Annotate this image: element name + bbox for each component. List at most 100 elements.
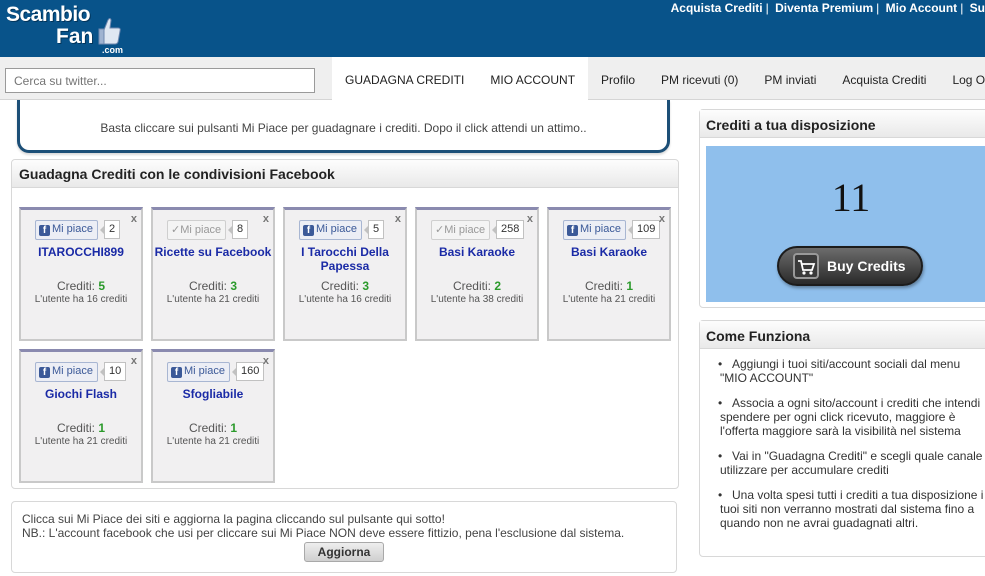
panel-title: Guadagna Crediti con le condivisioni Fac… xyxy=(12,160,678,188)
close-icon[interactable]: x xyxy=(659,213,665,225)
user-credits: L'utente ha 16 crediti xyxy=(34,294,128,305)
link-separator: | xyxy=(960,1,964,15)
credits-amount: 11 xyxy=(831,175,871,220)
card-credits: Crediti: 3 xyxy=(285,279,405,293)
facebook-icon: f xyxy=(303,225,314,236)
share-card: f Mi piace 160 x Sfogliabile Crediti: 1 L'uten… xyxy=(151,349,275,483)
list-item: Vai in "Guadagna Crediti" e scegli quale… xyxy=(718,449,985,477)
close-icon[interactable]: x xyxy=(263,213,269,225)
credits-label: Crediti: xyxy=(452,279,491,293)
close-icon[interactable]: x xyxy=(527,213,533,225)
card-title[interactable]: Sfogliabile xyxy=(153,387,273,401)
thumbs-up-icon xyxy=(98,18,121,45)
tab-logout[interactable]: Log Out xyxy=(939,57,985,100)
credits-label: Crediti: xyxy=(188,421,227,435)
card-title[interactable]: Giochi Flash xyxy=(21,387,141,401)
card-title[interactable]: I Tarocchi Della Papessa xyxy=(285,245,405,273)
credits-box: 11 Buy Credits xyxy=(706,146,985,302)
logo-line2: Fan xyxy=(56,25,94,48)
facebook-icon: f xyxy=(567,225,578,236)
close-icon[interactable]: x xyxy=(131,355,137,367)
tab-mio-account[interactable]: MIO ACCOUNT xyxy=(477,57,589,100)
like-label: Mi piace xyxy=(316,223,357,235)
search-input[interactable] xyxy=(5,68,315,93)
card-title[interactable]: Basi Karaoke xyxy=(549,245,669,259)
credits-label: Crediti: xyxy=(320,279,359,293)
like-button[interactable]: f Mi piace xyxy=(167,362,230,382)
user-credits: L'utente ha 21 crediti xyxy=(166,436,260,447)
share-card: f Mi piace 10 x Giochi Flash Crediti: 1 L'uten… xyxy=(19,349,143,483)
like-label: Mi piace xyxy=(52,223,93,235)
credits-value: 5 xyxy=(98,279,106,293)
credits-value: 1 xyxy=(230,421,238,435)
aggiorna-button[interactable]: Aggiorna xyxy=(304,542,384,562)
user-credits: L'utente ha 16 crediti xyxy=(298,294,392,305)
top-link-mio-account[interactable]: Mio Account xyxy=(886,1,958,15)
like-button[interactable]: f Mi piace xyxy=(563,220,626,240)
like-label: Mi piace xyxy=(580,223,621,235)
credits-panel: Crediti a tua disposizione 11 Buy Credit… xyxy=(699,109,985,308)
like-count: 10 xyxy=(99,362,127,381)
check-icon: ✓ xyxy=(435,224,445,236)
site-logo[interactable]: Scambio Fan .com xyxy=(6,4,123,56)
like-count: 258 xyxy=(491,220,525,239)
like-count: 8 xyxy=(227,220,249,239)
link-separator: | xyxy=(876,1,880,15)
facebook-icon: f xyxy=(39,225,50,236)
refresh-notice: Clicca sui Mi Piace dei siti e aggiorna … xyxy=(11,501,677,573)
facebook-icon: f xyxy=(39,367,50,378)
card-title[interactable]: Basi Karaoke xyxy=(417,245,537,259)
card-credits: Crediti: 3 xyxy=(153,279,273,293)
like-button[interactable]: ✓Mi piace xyxy=(431,220,491,240)
list-item: Aggiungi i tuoi siti/account sociali dal… xyxy=(718,357,985,385)
how-panel-title: Come Funziona xyxy=(700,321,985,349)
step-text: Aggiungi i tuoi siti/account sociali dal… xyxy=(720,357,961,385)
tab-acquista-crediti[interactable]: Acquista Crediti xyxy=(829,57,939,100)
tab-pm-inviati[interactable]: PM inviati xyxy=(751,57,829,100)
intro-text: Basta cliccare sui pulsanti Mi Piace per… xyxy=(100,121,587,135)
like-button[interactable]: f Mi piace xyxy=(35,220,98,240)
tab-pm-ricevuti[interactable]: PM ricevuti (0) xyxy=(648,57,751,100)
tab-guadagna-crediti[interactable]: GUADAGNA CREDITI xyxy=(332,57,478,100)
like-button[interactable]: f Mi piace xyxy=(35,362,98,382)
credits-value: 3 xyxy=(230,279,238,293)
notice-line2: NB.: L'account facebook che usi per clic… xyxy=(22,526,625,540)
buy-credits-button[interactable]: Buy Credits xyxy=(777,246,923,286)
credits-panel-title: Crediti a tua disposizione xyxy=(700,110,985,138)
like-label: Mi piace xyxy=(52,365,93,377)
steps-list: Aggiungi i tuoi siti/account sociali dal… xyxy=(718,357,985,541)
link-separator: | xyxy=(765,1,769,15)
card-credits: Crediti: 2 xyxy=(417,279,537,293)
credits-label: Crediti: xyxy=(56,279,95,293)
share-card: ✓Mi piace 258 x Basi Karaoke Crediti: 2 L'ute… xyxy=(415,207,539,341)
like-count: 2 xyxy=(99,220,121,239)
close-icon[interactable]: x xyxy=(131,213,137,225)
credits-value: 1 xyxy=(626,279,634,293)
card-title[interactable]: ITAROCCHI899 xyxy=(21,245,141,259)
credits-value: 2 xyxy=(494,279,502,293)
card-title[interactable]: Ricette su Facebook xyxy=(153,245,273,259)
check-icon: ✓ xyxy=(171,224,181,236)
top-header: Scambio Fan .com Acquista Crediti | Diven… xyxy=(0,0,985,57)
like-button[interactable]: f Mi piace xyxy=(299,220,362,240)
close-icon[interactable]: x xyxy=(395,213,401,225)
step-text: Vai in "Guadagna Crediti" e scegli quale… xyxy=(720,449,983,477)
user-credits: L'utente ha 21 crediti xyxy=(34,436,128,447)
tab-profilo[interactable]: Profilo xyxy=(588,57,648,100)
share-card: f Mi piace 109 x Basi Karaoke Crediti: 1 L'ute… xyxy=(547,207,671,341)
how-panel: Come Funziona Aggiungi i tuoi siti/accou… xyxy=(699,320,985,557)
credits-label: Crediti: xyxy=(56,421,95,435)
share-card: f Mi piace 2 x ITAROCCHI899 Crediti: 5 L'utent… xyxy=(19,207,143,341)
top-link-acquista[interactable]: Acquista Crediti xyxy=(671,1,763,15)
like-button[interactable]: ✓Mi piace xyxy=(167,220,227,240)
facebook-panel: Guadagna Crediti con le condivisioni Fac… xyxy=(11,159,679,489)
like-label: Mi piace xyxy=(184,365,225,377)
top-link-premium[interactable]: Diventa Premium xyxy=(775,1,873,15)
logo-domain: .com xyxy=(102,45,124,55)
list-item: Una volta spesi tutti i crediti a tua di… xyxy=(718,488,985,530)
like-count: 5 xyxy=(363,220,385,239)
share-card: f Mi piace 5 x I Tarocchi Della Papessa Credi… xyxy=(283,207,407,341)
close-icon[interactable]: x xyxy=(263,355,269,367)
intro-box: Basta cliccare sui pulsanti Mi Piace per… xyxy=(17,100,670,153)
top-link-more[interactable]: Su xyxy=(970,1,985,15)
